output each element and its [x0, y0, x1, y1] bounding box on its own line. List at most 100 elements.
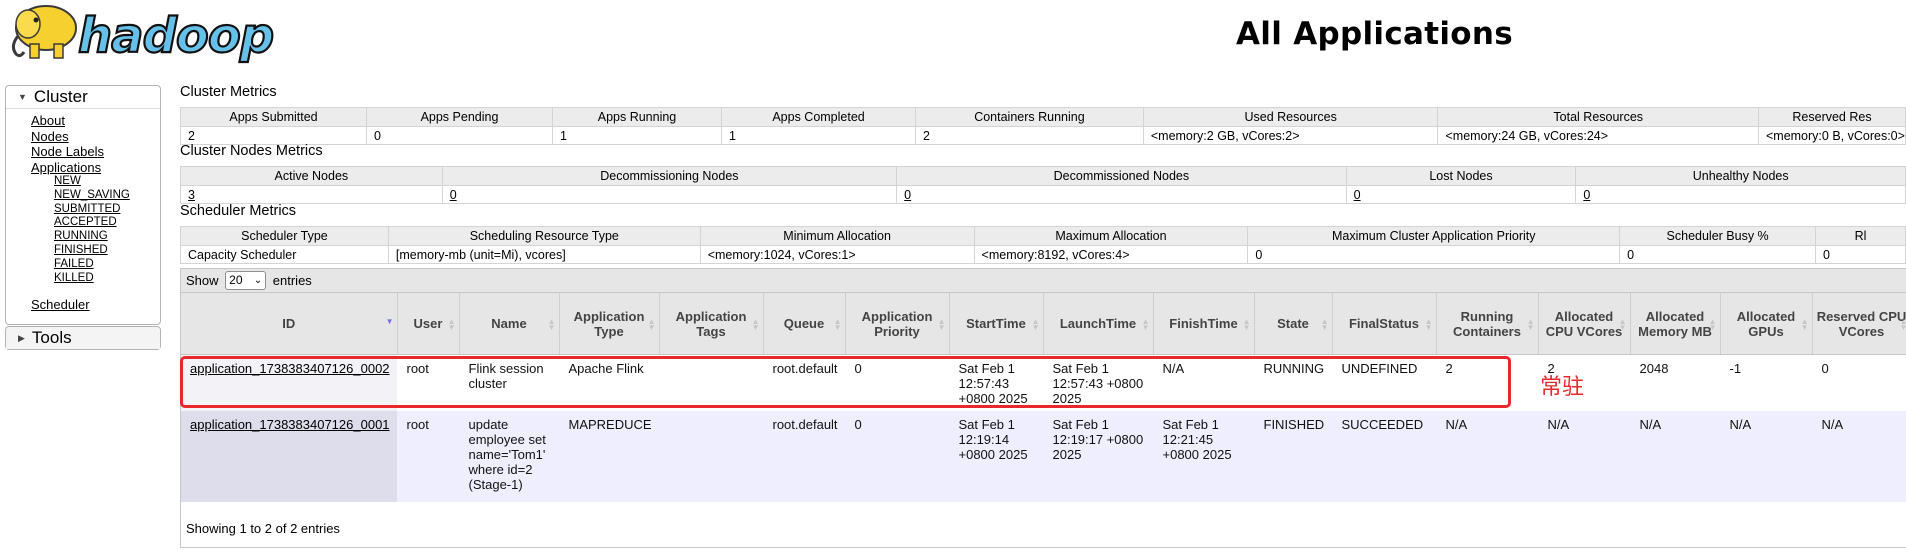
metric-header: Reserved Res [1757, 107, 1906, 127]
nav-about-link[interactable]: About [31, 113, 130, 129]
cell-launchtime: Sat Feb 1 12:57:43 +0800 2025 [1043, 354, 1153, 411]
cell-finishtime: N/A [1153, 354, 1254, 411]
col-header-alloc-gpus[interactable]: Allocated GPUs ▲ ▼ [1720, 293, 1813, 355]
nav-nodes-link[interactable]: Nodes [31, 129, 130, 145]
col-header-queue[interactable]: Queue ▲ ▼ [763, 293, 846, 355]
sort-icon: ▲ ▼ [447, 317, 456, 332]
sort-icon: ▲ ▼ [547, 317, 556, 332]
app-id-link[interactable]: application_1738383407126_0002 [190, 361, 390, 376]
nav-state-running[interactable]: RUNNING [54, 230, 130, 244]
tools-nav-panel[interactable]: ▶ Tools [5, 326, 161, 350]
nav-state-new-saving[interactable]: NEW_SAVING [54, 189, 130, 203]
col-header-alloc-cpu[interactable]: Allocated CPU VCores ▲ ▼ [1538, 293, 1631, 355]
metric-value: Capacity Scheduler [180, 245, 389, 264]
sort-icon: ▲ ▼ [1031, 317, 1040, 332]
decommissioned-nodes-link[interactable]: 0 [904, 188, 911, 202]
nav-state-finished[interactable]: FINISHED [54, 244, 130, 258]
nav-state-submitted[interactable]: SUBMITTED [54, 203, 130, 217]
col-header-name[interactable]: Name ▲ ▼ [459, 293, 560, 355]
triangle-right-icon: ▶ [18, 333, 25, 343]
metric-header: Lost Nodes [1345, 166, 1577, 186]
cell-running-containers: 2 [1436, 354, 1538, 411]
hadoop-logo[interactable]: hadoop [6, 0, 276, 65]
col-header-app-priority[interactable]: Application Priority ▲ ▼ [845, 293, 950, 355]
cell-alloc-gpus: N/A [1720, 411, 1812, 502]
decommissioning-nodes-link[interactable]: 0 [450, 188, 457, 202]
cell-state: RUNNING [1254, 354, 1332, 411]
metric-header: Scheduler Busy % [1619, 226, 1817, 246]
cell-reserved-cpu: 0 [1812, 354, 1906, 411]
nav-applications-link[interactable]: Applications [31, 160, 130, 176]
cluster-metrics-title: Cluster Metrics [180, 84, 277, 100]
sort-icon: ▲ ▼ [1526, 317, 1535, 332]
metric-value: 2 [915, 126, 1144, 145]
cell-finalstatus: SUCCEEDED [1332, 411, 1436, 502]
metric-header: Decommissioning Nodes [441, 166, 898, 186]
cluster-nav-header[interactable]: ▼ Cluster [6, 86, 160, 109]
cell-launchtime: Sat Feb 1 12:19:17 +0800 2025 [1043, 411, 1153, 502]
metric-value: 1 [551, 126, 723, 145]
col-header-id[interactable]: ID ▼ [181, 293, 398, 355]
col-header-finishtime[interactable]: FinishTime ▲ ▼ [1153, 293, 1255, 355]
nav-scheduler-link[interactable]: Scheduler [31, 297, 90, 312]
metric-header: Total Resources [1437, 107, 1759, 127]
col-header-user[interactable]: User ▲ ▼ [397, 293, 460, 355]
metric-value: [memory-mb (unit=Mi), vcores] [387, 245, 701, 264]
cell-alloc-mem: 2048 [1630, 354, 1720, 411]
metric-header: Used Resources [1142, 107, 1439, 127]
scheduler-metrics-table: Scheduler Type Scheduling Resource Type … [180, 226, 1906, 264]
unhealthy-nodes-link[interactable]: 0 [1583, 188, 1590, 202]
col-header-app-tags[interactable]: Application Tags ▲ ▼ [659, 293, 764, 355]
sort-icon: ▲ ▼ [1618, 317, 1627, 332]
page-size-select[interactable]: 20 ⌄ [225, 271, 267, 290]
cell-alloc-gpus: -1 [1720, 354, 1812, 411]
cell-priority: 0 [845, 354, 949, 411]
metric-header: Rl [1815, 226, 1906, 246]
cell-alloc-cpu: N/A [1538, 411, 1630, 502]
sort-icon: ▲ ▼ [647, 317, 656, 332]
nav-state-new[interactable]: NEW [54, 175, 130, 189]
col-header-alloc-mem[interactable]: Allocated Memory MB ▲ ▼ [1630, 293, 1721, 355]
col-header-reserved-cpu[interactable]: Reserved CPU VCores ▲ ▼ [1812, 293, 1906, 355]
sort-icon: ▲ ▼ [1320, 317, 1329, 332]
sort-icon: ▲ ▼ [1899, 317, 1906, 332]
lost-nodes-link[interactable]: 0 [1354, 188, 1361, 202]
col-header-launchtime[interactable]: LaunchTime ▲ ▼ [1043, 293, 1154, 355]
page-title: All Applications [1236, 16, 1514, 52]
metric-value: 0 [366, 126, 553, 145]
table-info-footer: Showing 1 to 2 of 2 entries [186, 521, 340, 536]
cell-reserved-cpu: N/A [1812, 411, 1906, 502]
cluster-metrics-table: Apps Submitted Apps Pending Apps Running… [179, 107, 1906, 145]
cell-queue: root.default [763, 411, 845, 502]
metric-header: Apps Submitted [179, 107, 368, 127]
col-header-app-type[interactable]: Application Type ▲ ▼ [559, 293, 660, 355]
active-nodes-link[interactable]: 3 [188, 188, 195, 202]
elephant-icon [11, 5, 77, 59]
nav-state-failed[interactable]: FAILED [54, 258, 130, 272]
col-header-state[interactable]: State ▲ ▼ [1254, 293, 1333, 355]
nav-state-killed[interactable]: KILLED [54, 272, 130, 286]
sort-icon: ▲ ▼ [1424, 317, 1433, 332]
cell-queue: root.default [763, 354, 845, 411]
table-row: application_1738383407126_0002 root Flin… [181, 354, 1906, 411]
cell-alloc-mem: N/A [1630, 411, 1720, 502]
nav-node-labels-link[interactable]: Node Labels [31, 144, 130, 160]
triangle-down-icon: ▼ [18, 92, 27, 102]
col-header-starttime[interactable]: StartTime ▲ ▼ [949, 293, 1044, 355]
tools-nav-header[interactable]: ▶ Tools [6, 327, 160, 349]
metric-header: Scheduler Type [180, 226, 389, 246]
sort-icon: ▲ ▼ [833, 317, 842, 332]
metric-value: <memory:1024, vCores:1> [699, 245, 975, 264]
metric-value: <memory:2 GB, vCores:2> [1142, 126, 1439, 145]
sort-icon: ▲ ▼ [1242, 317, 1251, 332]
cell-name: Flink session cluster [459, 354, 559, 411]
metric-header: Containers Running [915, 107, 1144, 127]
nodes-metrics-table: Active Nodes Decommissioning Nodes Decom… [180, 166, 1906, 204]
col-header-running-containers[interactable]: Running Containers ▲ ▼ [1436, 293, 1539, 355]
cell-name: update employee set name='Tom1' where id… [459, 411, 559, 502]
col-header-finalstatus[interactable]: FinalStatus ▲ ▼ [1332, 293, 1437, 355]
nav-state-accepted[interactable]: ACCEPTED [54, 216, 130, 230]
app-id-link[interactable]: application_1738383407126_0001 [190, 417, 390, 432]
metric-header: Active Nodes [180, 166, 443, 186]
sort-desc-icon: ▼ [385, 317, 394, 326]
